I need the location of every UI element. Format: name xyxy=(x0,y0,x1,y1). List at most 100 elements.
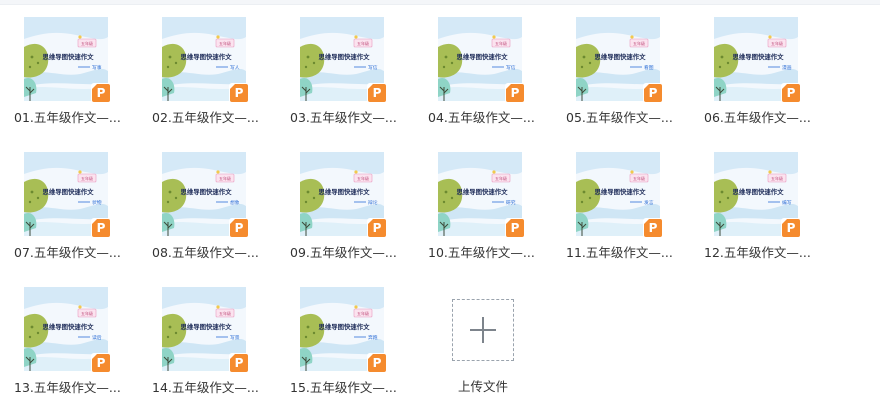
file-thumbnail: 五年级 思维导图快速作文 研究 P xyxy=(438,152,524,237)
file-name[interactable]: 06.五年级作文—... xyxy=(704,107,822,126)
slide-tag: 五年级 xyxy=(357,310,369,316)
slide-tag: 五年级 xyxy=(633,40,645,46)
file-item[interactable]: 五年级 思维导图快速作文 漫画 P 06.五年级作文—... xyxy=(704,17,824,137)
upload-label[interactable]: 上传文件 xyxy=(442,376,524,395)
slide-subtitle: 想象 xyxy=(230,199,240,206)
slide-subtitle: 写景 xyxy=(230,335,240,341)
file-item[interactable]: 五年级 思维导图快速作文 编写 P 12.五年级作文—... xyxy=(704,152,824,272)
file-item[interactable]: 五年级 思维导图快速作文 读后 P 13.五年级作文—... xyxy=(14,287,134,407)
file-item[interactable]: 五年级 思维导图快速作文 写人 P 02.五年级作文—... xyxy=(152,17,272,137)
file-item[interactable]: 五年级 思维导图快速作文 看图 P 05.五年级作文—... xyxy=(566,17,686,137)
slide-subtitle: 状物 xyxy=(92,199,102,206)
file-name[interactable]: 15.五年级作文—... xyxy=(290,377,408,396)
slide-tag: 五年级 xyxy=(219,175,231,181)
file-thumbnail: 五年级 思维导图快速作文 写人 P xyxy=(162,17,248,102)
file-name[interactable]: 04.五年级作文—... xyxy=(428,107,546,126)
file-item[interactable]: 五年级 思维导图快速作文 辩论 P 09.五年级作文—... xyxy=(290,152,410,272)
file-item[interactable]: 五年级 思维导图快速作文 写信 P 04.五年级作文—... xyxy=(428,17,548,137)
ppt-file-icon: P xyxy=(368,219,386,237)
file-item[interactable]: 五年级 思维导图快速作文 想象 P 08.五年级作文—... xyxy=(152,152,272,272)
file-name[interactable]: 05.五年级作文—... xyxy=(566,107,684,126)
file-thumbnail: 五年级 思维导图快速作文 写信 P xyxy=(300,17,386,102)
file-thumbnail: 五年级 思维导图快速作文 发言 P xyxy=(576,152,662,237)
file-name[interactable]: 10.五年级作文—... xyxy=(428,242,546,261)
slide-title: 思维导图快速作文 xyxy=(318,322,370,331)
slide-subtitle: 研究 xyxy=(506,199,516,206)
file-thumbnail: 五年级 思维导图快速作文 编写 P xyxy=(714,152,800,237)
file-item[interactable]: 五年级 思维导图快速作文 状物 P 07.五年级作文—... xyxy=(14,152,134,272)
ppt-file-icon: P xyxy=(368,354,386,372)
slide-title: 思维导图快速作文 xyxy=(42,52,94,61)
slide-tag: 五年级 xyxy=(495,40,507,46)
file-name[interactable]: 12.五年级作文—... xyxy=(704,242,822,261)
slide-tag: 五年级 xyxy=(219,310,231,316)
slide-title: 思维导图快速作文 xyxy=(456,187,508,196)
slide-title: 思维导图快速作文 xyxy=(180,52,232,61)
ppt-file-icon: P xyxy=(506,219,524,237)
file-name[interactable]: 02.五年级作文—... xyxy=(152,107,270,126)
file-name[interactable]: 08.五年级作文—... xyxy=(152,242,270,261)
slide-subtitle: 读后 xyxy=(92,334,102,341)
slide-title: 思维导图快速作文 xyxy=(456,52,508,61)
slide-subtitle: 编写 xyxy=(782,199,792,206)
ppt-file-icon: P xyxy=(230,219,248,237)
file-name[interactable]: 07.五年级作文—... xyxy=(14,242,132,261)
file-name[interactable]: 11.五年级作文—... xyxy=(566,242,684,261)
file-name[interactable]: 03.五年级作文—... xyxy=(290,107,408,126)
file-thumbnail: 五年级 思维导图快速作文 奔跑 P xyxy=(300,287,386,372)
upload-item[interactable]: 上传文件 xyxy=(442,287,562,407)
file-thumbnail: 五年级 思维导图快速作文 看图 P xyxy=(576,17,662,102)
file-item[interactable]: 五年级 思维导图快速作文 奔跑 P 15.五年级作文—... xyxy=(290,287,410,407)
file-name[interactable]: 01.五年级作文—... xyxy=(14,107,132,126)
slide-tag: 五年级 xyxy=(81,310,93,316)
upload-button[interactable] xyxy=(452,299,514,361)
slide-subtitle: 漫画 xyxy=(782,64,792,71)
slide-subtitle: 辩论 xyxy=(368,199,378,206)
slide-tag: 五年级 xyxy=(771,175,783,181)
file-thumbnail: 五年级 思维导图快速作文 写信 P xyxy=(438,17,524,102)
slide-title: 思维导图快速作文 xyxy=(318,187,370,196)
file-thumbnail: 五年级 思维导图快速作文 辩论 P xyxy=(300,152,386,237)
slide-title: 思维导图快速作文 xyxy=(180,322,232,331)
top-border xyxy=(0,0,880,5)
slide-title: 思维导图快速作文 xyxy=(594,187,646,196)
ppt-file-icon: P xyxy=(506,84,524,102)
file-thumbnail: 五年级 思维导图快速作文 状物 P xyxy=(24,152,110,237)
file-item[interactable]: 五年级 思维导图快速作文 研究 P 10.五年级作文—... xyxy=(428,152,548,272)
slide-title: 思维导图快速作文 xyxy=(594,52,646,61)
ppt-file-icon: P xyxy=(644,219,662,237)
file-item[interactable]: 五年级 思维导图快速作文 写事 P 01.五年级作文—... xyxy=(14,17,134,137)
slide-tag: 五年级 xyxy=(495,175,507,181)
ppt-file-icon: P xyxy=(782,84,800,102)
slide-subtitle: 奔跑 xyxy=(368,334,378,341)
slide-title: 思维导图快速作文 xyxy=(318,52,370,61)
ppt-file-icon: P xyxy=(644,84,662,102)
slide-tag: 五年级 xyxy=(357,40,369,46)
file-thumbnail: 五年级 思维导图快速作文 写景 P xyxy=(162,287,248,372)
ppt-file-icon: P xyxy=(92,354,110,372)
ppt-file-icon: P xyxy=(230,354,248,372)
file-thumbnail: 五年级 思维导图快速作文 读后 P xyxy=(24,287,110,372)
file-name[interactable]: 13.五年级作文—... xyxy=(14,377,132,396)
file-item[interactable]: 五年级 思维导图快速作文 发言 P 11.五年级作文—... xyxy=(566,152,686,272)
ppt-file-icon: P xyxy=(782,219,800,237)
slide-title: 思维导图快速作文 xyxy=(180,187,232,196)
slide-title: 思维导图快速作文 xyxy=(732,52,784,61)
file-thumbnail: 五年级 思维导图快速作文 想象 P xyxy=(162,152,248,237)
file-name[interactable]: 14.五年级作文—... xyxy=(152,377,270,396)
slide-title: 思维导图快速作文 xyxy=(42,187,94,196)
slide-tag: 五年级 xyxy=(81,40,93,46)
file-item[interactable]: 五年级 思维导图快速作文 写信 P 03.五年级作文—... xyxy=(290,17,410,137)
ppt-file-icon: P xyxy=(92,84,110,102)
slide-subtitle: 发言 xyxy=(644,199,654,206)
slide-title: 思维导图快速作文 xyxy=(732,187,784,196)
file-name[interactable]: 09.五年级作文—... xyxy=(290,242,408,261)
slide-tag: 五年级 xyxy=(219,40,231,46)
file-item[interactable]: 五年级 思维导图快速作文 写景 P 14.五年级作文—... xyxy=(152,287,272,407)
slide-subtitle: 写信 xyxy=(368,64,378,71)
file-thumbnail: 五年级 思维导图快速作文 写事 P xyxy=(24,17,110,102)
slide-tag: 五年级 xyxy=(357,175,369,181)
slide-subtitle: 写事 xyxy=(92,64,102,71)
ppt-file-icon: P xyxy=(230,84,248,102)
ppt-file-icon: P xyxy=(368,84,386,102)
